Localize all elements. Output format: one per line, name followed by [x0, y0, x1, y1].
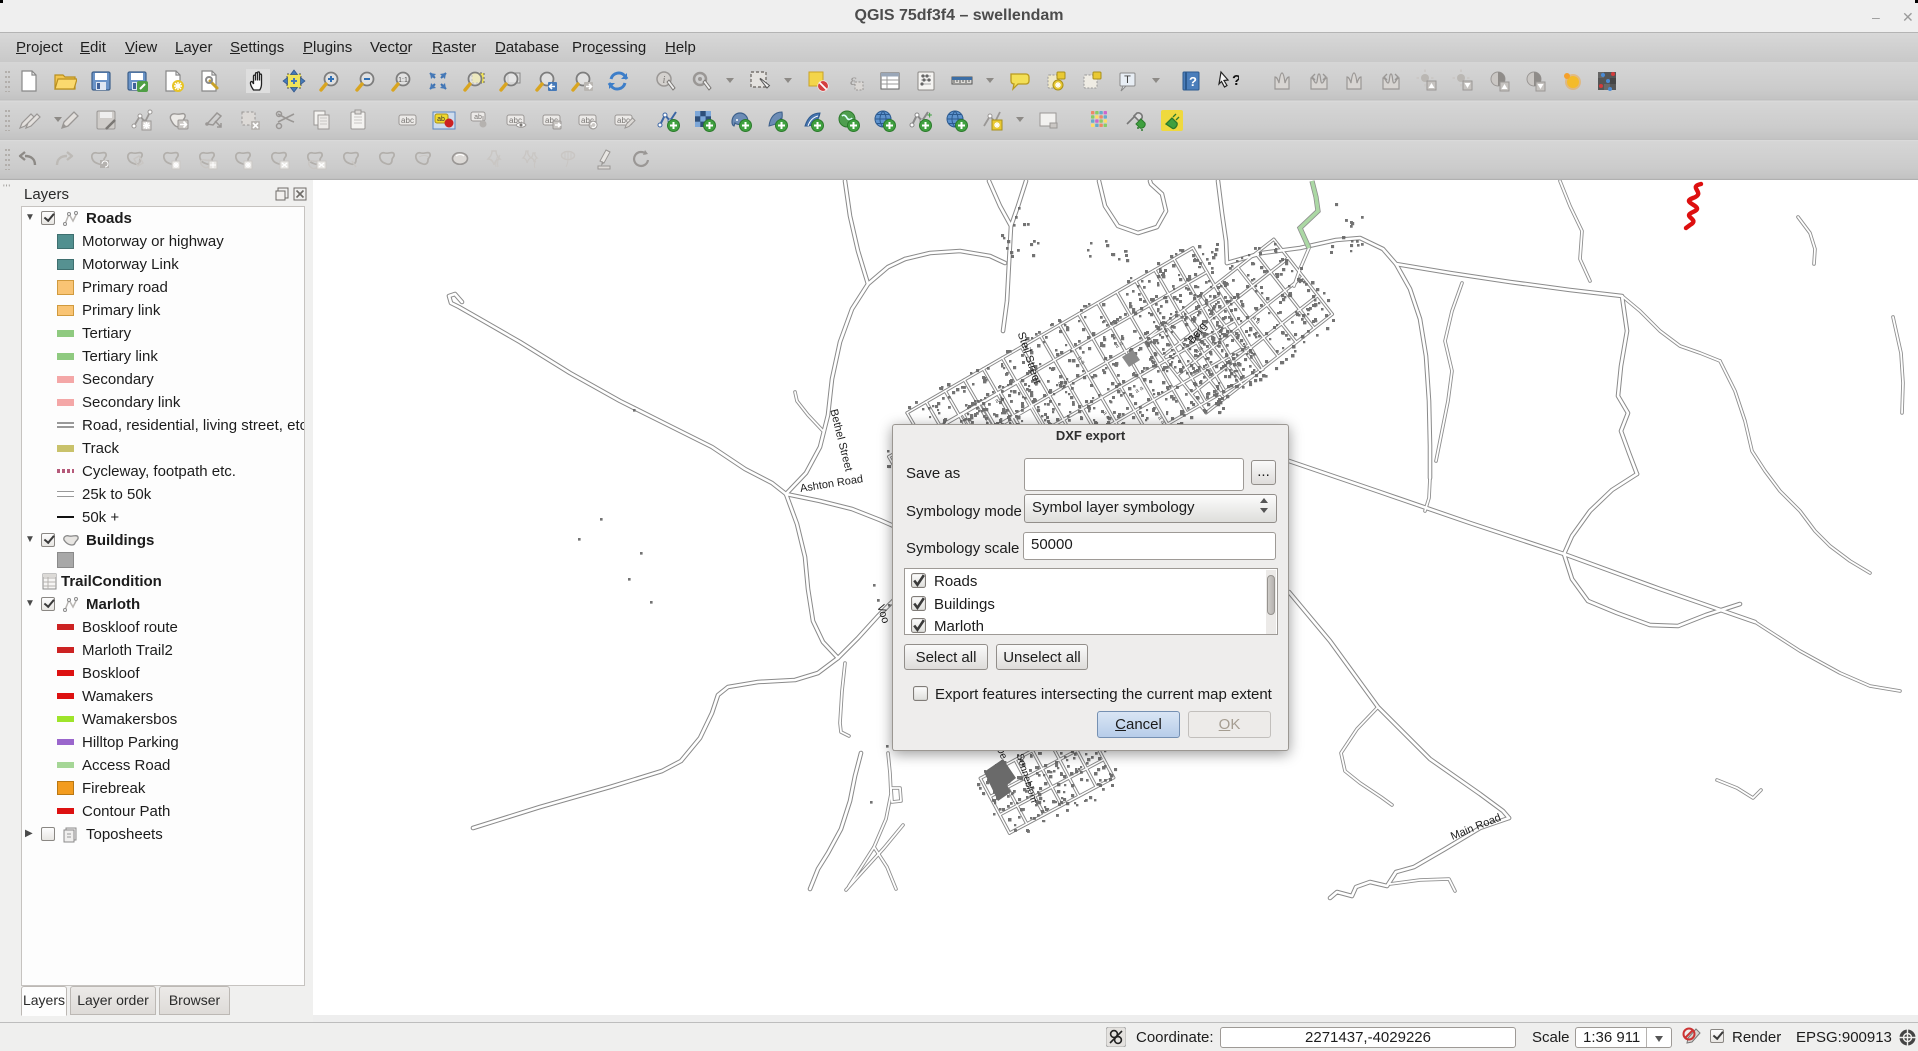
svg-text:Ashton Road: Ashton Road	[799, 473, 864, 495]
svg-text:abc: abc	[401, 116, 414, 125]
svg-text:ab: ab	[474, 114, 482, 121]
svg-text:+: +	[927, 110, 932, 120]
svg-text:ab: ab	[437, 116, 445, 123]
svg-text:i: i	[663, 75, 666, 86]
svg-text:T: T	[1124, 74, 1131, 86]
svg-text:Bethel Street: Bethel Street	[827, 408, 854, 473]
svg-text:Main Road: Main Road	[1449, 812, 1503, 843]
svg-text:?: ?	[1189, 74, 1197, 89]
svg-text:?: ?	[1232, 72, 1239, 89]
svg-text:a a: a a	[1134, 385, 1145, 395]
svg-text:1:1: 1:1	[398, 77, 408, 84]
